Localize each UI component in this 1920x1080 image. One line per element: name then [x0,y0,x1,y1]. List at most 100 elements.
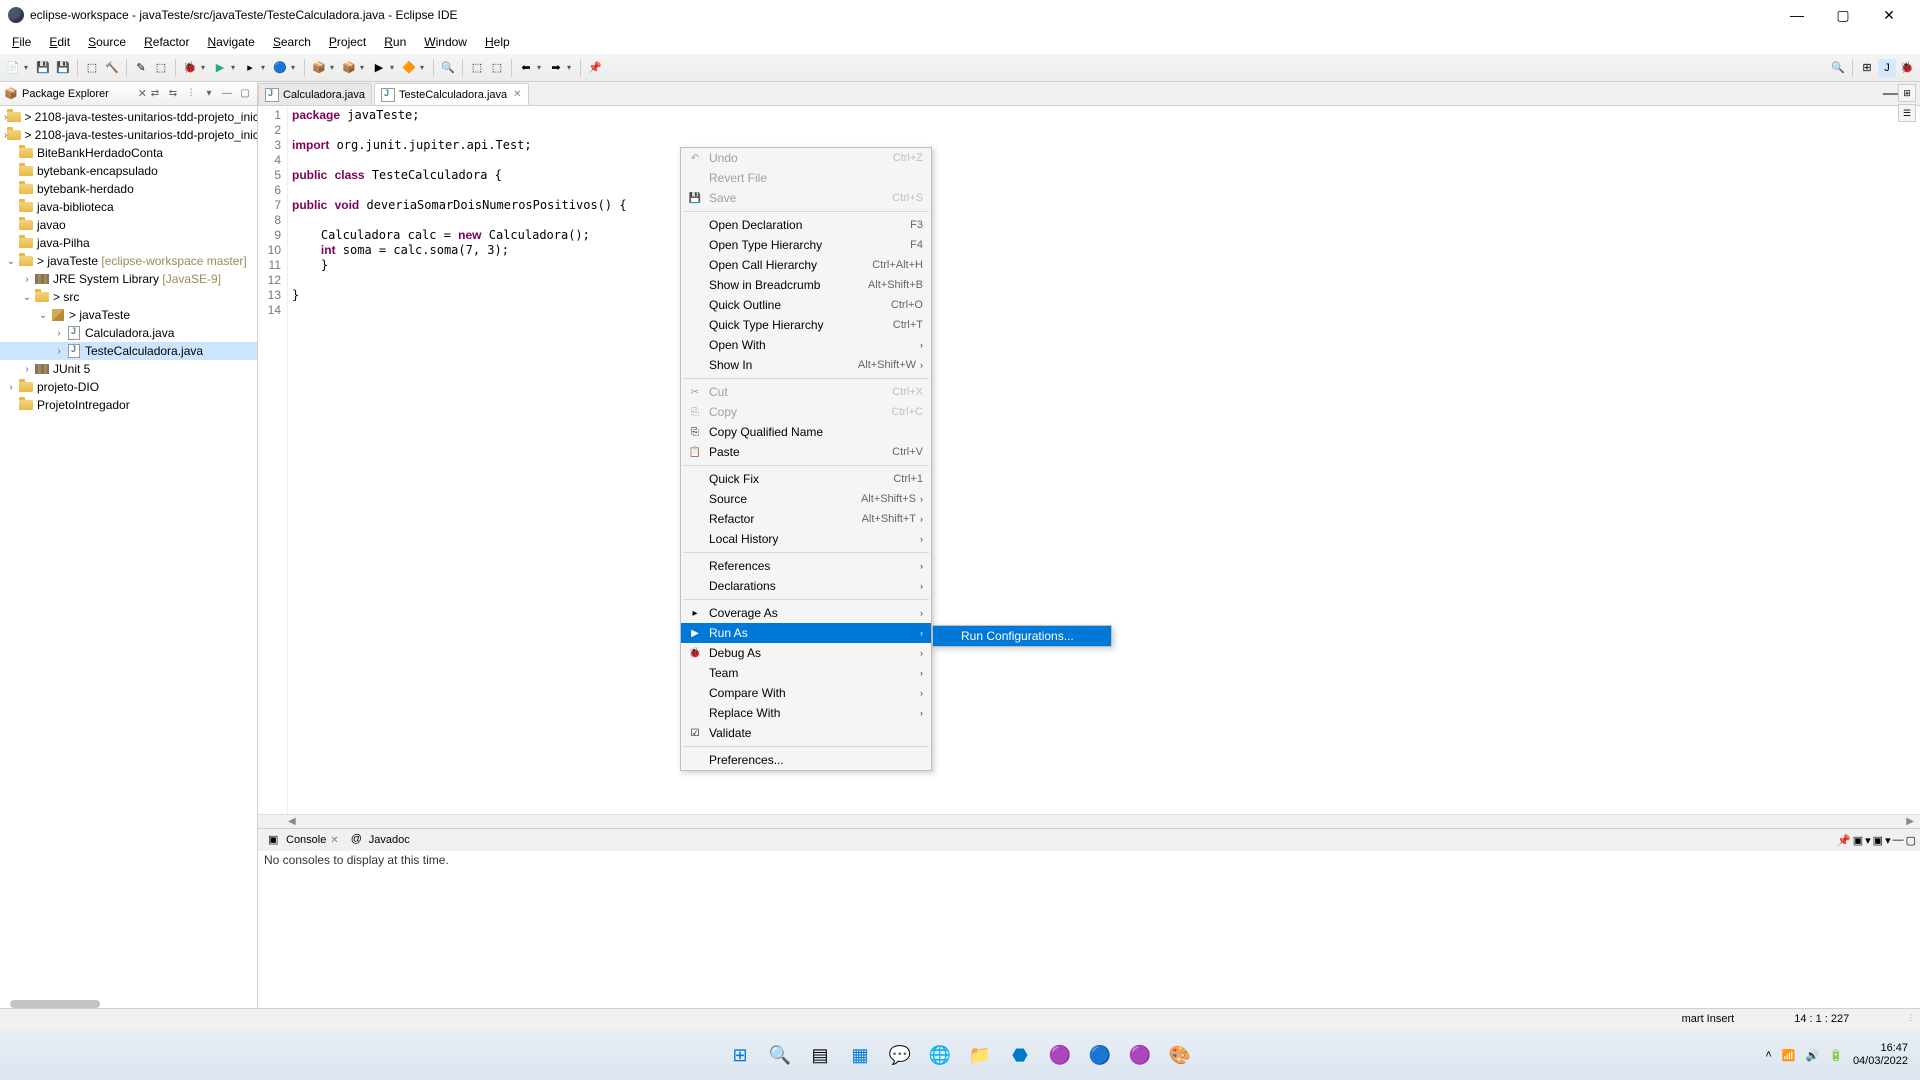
minimize-icon[interactable]: — [1883,85,1899,105]
editor-tab[interactable]: Calculadora.java [258,83,372,105]
menu-item-replace-with[interactable]: Replace With› [681,703,931,723]
outline-icon[interactable]: ⊞ [1898,84,1916,102]
filter-icon[interactable]: ⫶ [183,86,199,102]
chevron-up-icon[interactable]: ˄ [1765,1049,1771,1061]
forward-button[interactable]: ➡ [547,59,565,77]
minimize-button[interactable]: — [1774,0,1820,30]
back-button[interactable]: ⬅ [517,59,535,77]
tb-icon[interactable]: ⬚ [152,59,170,77]
perspective-debug-icon[interactable]: 🐞 [1898,59,1916,77]
search-icon[interactable]: 🔍 [1829,59,1847,77]
tree-item[interactable]: bytebank-herdado [0,180,257,198]
task-list-icon[interactable]: ☰ [1898,104,1916,122]
menu-item-compare-with[interactable]: Compare With› [681,683,931,703]
tree-item[interactable]: ›Calculadora.java [0,324,257,342]
debug-button[interactable]: 🐞 [181,59,199,77]
statusbar-menu[interactable]: ⫶ [1909,1013,1912,1026]
tree-item[interactable]: ›TesteCalculadora.java [0,342,257,360]
tree-item[interactable]: ›projeto-DIO [0,378,257,396]
tree-item[interactable]: ›JRE System Library [JavaSE-9] [0,270,257,288]
menu-item-open-with[interactable]: Open With› [681,335,931,355]
search-icon[interactable]: 🔍 [439,59,457,77]
search-icon[interactable]: 🔍 [766,1041,794,1069]
tb-icon[interactable]: ▶ [370,59,388,77]
close-icon[interactable]: ✕ [330,835,338,846]
menu-item-local-history[interactable]: Local History› [681,529,931,549]
task-view-icon[interactable]: ▤ [806,1041,834,1069]
menu-refactor[interactable]: Refactor [136,33,197,51]
run-button[interactable]: ▶ [211,59,229,77]
menu-item-refactor[interactable]: RefactorAlt+Shift+T› [681,509,931,529]
pin-button[interactable]: 📌 [586,59,604,77]
chrome-icon[interactable]: 🔵 [1086,1041,1114,1069]
menu-icon[interactable]: ▾ [201,86,217,102]
tree-item[interactable]: ⌄> src [0,288,257,306]
tb-icon[interactable]: 🔶 [400,59,418,77]
menu-help[interactable]: Help [477,33,518,51]
menu-item-declarations[interactable]: Declarations› [681,576,931,596]
menu-item-run-as[interactable]: ▶Run As› [681,623,931,643]
horizontal-scrollbar[interactable] [10,1000,100,1008]
menu-item-open-type-hierarchy[interactable]: Open Type HierarchyF4 [681,235,931,255]
menu-source[interactable]: Source [80,33,134,51]
menu-file[interactable]: File [4,33,39,51]
tree-item[interactable]: ⌄> javaTeste [0,306,257,324]
coverage-button[interactable]: ▸ [241,59,259,77]
menu-item-team[interactable]: Team› [681,663,931,683]
scroll-left-icon[interactable]: ◀ [288,816,296,827]
close-icon[interactable]: ✕ [138,87,147,100]
paint-icon[interactable]: 🎨 [1166,1041,1194,1069]
maximize-icon[interactable]: ▢ [1906,834,1916,847]
menu-search[interactable]: Search [265,33,319,51]
tree-item[interactable]: java-Pilha [0,234,257,252]
tree-item[interactable]: ›> 2108-java-testes-unitarios-tdd-projet… [0,108,257,126]
menu-item-show-in[interactable]: Show InAlt+Shift+W› [681,355,931,375]
display-icon[interactable]: ▣ [1853,834,1863,847]
tree-item[interactable]: java-biblioteca [0,198,257,216]
menu-item-quick-outline[interactable]: Quick OutlineCtrl+O [681,295,931,315]
menu-navigate[interactable]: Navigate [199,33,262,51]
menu-item-validate[interactable]: ☑Validate [681,723,931,743]
tree-item[interactable]: ›> 2108-java-testes-unitarios-tdd-projet… [0,126,257,144]
tb-icon[interactable]: 📦 [340,59,358,77]
tree-item[interactable]: bytebank-encapsulado [0,162,257,180]
pin-icon[interactable]: 📌 [1837,834,1851,847]
tree-item[interactable]: ProjetoIntregador [0,396,257,414]
perspective-icon[interactable]: ⊞ [1858,59,1876,77]
wifi-icon[interactable]: 📶 [1782,1049,1796,1062]
maximize-icon[interactable]: ▢ [237,86,253,102]
tb-icon[interactable]: ✎ [132,59,150,77]
menu-item-open-call-hierarchy[interactable]: Open Call HierarchyCtrl+Alt+H [681,255,931,275]
menu-item-debug-as[interactable]: 🐞Debug As› [681,643,931,663]
console-tab[interactable]: ▣ Console ✕ [262,831,345,849]
new-button[interactable]: 📄 [4,59,22,77]
menu-item-open-declaration[interactable]: Open DeclarationF3 [681,215,931,235]
menu-item-paste[interactable]: 📋PasteCtrl+V [681,442,931,462]
eclipse-icon[interactable]: 🟣 [1046,1041,1074,1069]
menu-window[interactable]: Window [416,33,475,51]
clock[interactable]: 16:47 04/03/2022 [1853,1042,1908,1068]
menu-edit[interactable]: Edit [41,33,78,51]
tb-icon[interactable]: 📦 [310,59,328,77]
menu-item-preferences-[interactable]: Preferences... [681,750,931,770]
dropdown-icon[interactable]: ▾ [24,63,32,72]
close-button[interactable]: ✕ [1866,0,1912,30]
javadoc-tab[interactable]: @ Javadoc [345,831,416,849]
submenu-item[interactable]: Run Configurations... [933,626,1111,646]
tree-item[interactable]: ⌄> javaTeste [eclipse-workspace master] [0,252,257,270]
tb-icon[interactable]: ⬚ [83,59,101,77]
tb-icon[interactable]: 🔵 [271,59,289,77]
menu-item-quick-type-hierarchy[interactable]: Quick Type HierarchyCtrl+T [681,315,931,335]
menu-item-show-in-breadcrumb[interactable]: Show in BreadcrumbAlt+Shift+B [681,275,931,295]
editor-tab[interactable]: TesteCalculadora.java✕ [374,83,529,105]
scroll-right-icon[interactable]: ▶ [1906,816,1914,827]
open-console-icon[interactable]: ▣ [1873,834,1883,847]
editor-body[interactable]: 1234567891011121314 package javaTeste; i… [258,106,1920,814]
volume-icon[interactable]: 🔊 [1806,1049,1820,1062]
vscode-icon[interactable]: ⬣ [1006,1041,1034,1069]
chat-icon[interactable]: 💬 [886,1041,914,1069]
tb-icon[interactable]: ⬚ [488,59,506,77]
save-button[interactable]: 💾 [34,59,52,77]
tb-icon[interactable]: ⬚ [468,59,486,77]
menu-item-quick-fix[interactable]: Quick FixCtrl+1 [681,469,931,489]
